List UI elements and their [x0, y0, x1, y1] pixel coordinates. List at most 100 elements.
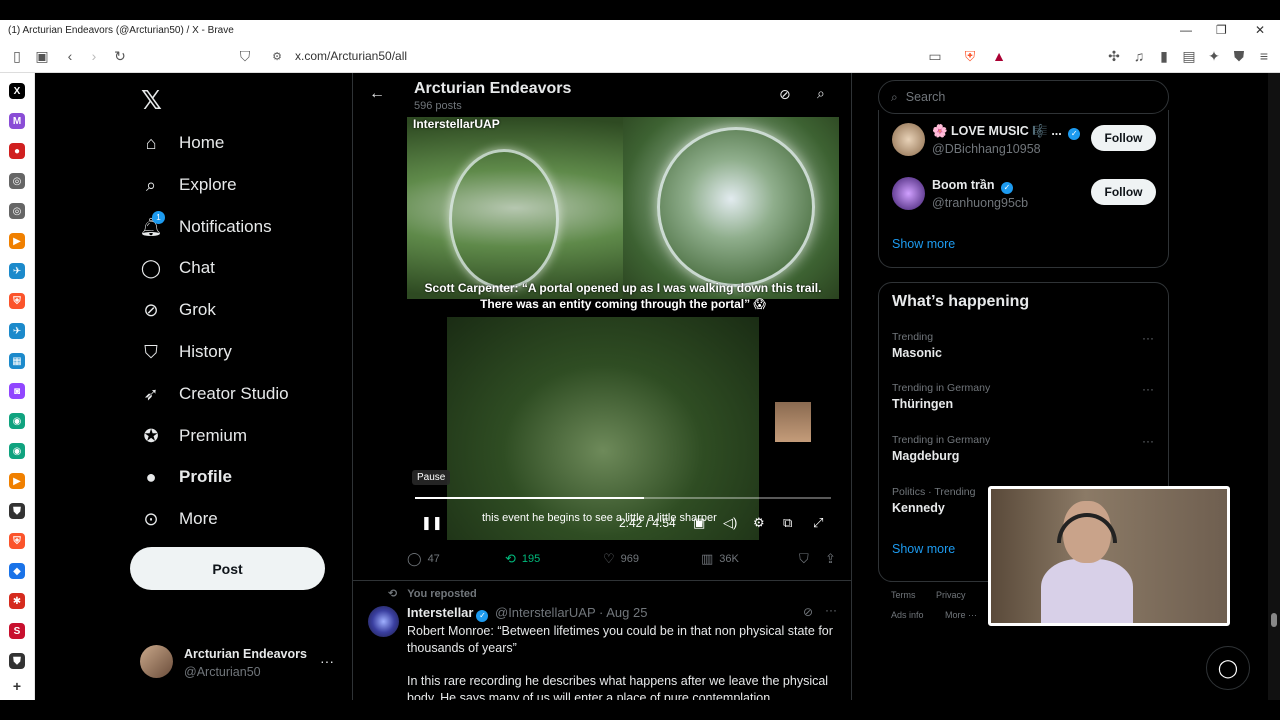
sidebar-toggle-icon[interactable]: ▯ — [8, 47, 26, 65]
nav-history[interactable]: ⛉ History — [140, 337, 232, 367]
x-tab-icon[interactable]: X — [9, 83, 25, 99]
brave-tab-icon[interactable]: ⛨ — [9, 533, 25, 549]
footer-ads-link[interactable]: Ads info — [891, 610, 924, 620]
nav-chat[interactable]: ◯ Chat — [140, 253, 215, 283]
nav-notifications[interactable]: 🔔︎ 1 Notifications — [140, 211, 272, 242]
minimize-icon[interactable]: — — [1180, 20, 1192, 40]
nav-premium[interactable]: ✪ Premium — [140, 421, 247, 451]
sidepanel-icon[interactable]: ▮ — [1155, 47, 1173, 65]
follow-suggestion[interactable]: 🌸 LOVE MUSIC 🎼 ... ✓ @DBichhang10958 Fol… — [892, 120, 1157, 160]
s-tab-icon[interactable]: S — [9, 623, 25, 639]
shield-tab-icon[interactable]: ⛊ — [9, 503, 25, 519]
reload-icon[interactable]: ↻ — [111, 47, 129, 65]
more-dots-icon[interactable]: ··· — [1142, 434, 1154, 448]
post-button[interactable]: Post — [130, 547, 325, 590]
twitch-tab-icon[interactable]: ◙ — [9, 383, 25, 399]
address-bar[interactable]: x.com/Arcturian50/all — [295, 49, 407, 63]
nav-grok[interactable]: ⊘ Grok — [140, 295, 215, 325]
more-dots-icon[interactable]: ··· — [1142, 331, 1154, 345]
captions-icon[interactable]: ▣ — [693, 515, 705, 531]
views-button[interactable]: ▥ 36K — [701, 551, 739, 567]
tweet-handle-date[interactable]: @InterstellarUAP · Aug 25 — [495, 605, 647, 620]
bird-tab-icon[interactable]: ✈ — [9, 263, 25, 279]
scrollbar[interactable] — [1268, 73, 1280, 700]
vpn-icon[interactable]: ⛊ — [1230, 47, 1248, 65]
bot-tab-icon[interactable]: ◉ — [9, 443, 25, 459]
show-more-link[interactable]: Show more — [892, 542, 955, 556]
follow-button[interactable]: Follow — [1091, 179, 1156, 205]
nav-profile[interactable]: ● Profile — [140, 462, 232, 492]
video-progress-bar[interactable] — [415, 497, 831, 499]
tweet-author[interactable]: Interstellar ✓ — [407, 605, 489, 622]
trend-item[interactable]: Trending in Germany Thüringen ··· — [892, 382, 1157, 411]
pip-icon[interactable]: ⧉ — [783, 515, 792, 531]
nav-creator-studio[interactable]: ➶ Creator Studio — [140, 379, 288, 409]
trend-name: Magdeburg — [892, 449, 960, 463]
follow-button[interactable]: Follow — [1091, 125, 1156, 151]
more-dots-icon[interactable]: ··· — [320, 653, 334, 669]
search-input[interactable]: ⌕ Search — [878, 80, 1169, 114]
fullscreen-icon[interactable]: ⤢ — [813, 515, 823, 531]
more-dots-icon[interactable]: ··· — [1142, 382, 1154, 396]
chat-fab-icon[interactable]: ◯ — [1206, 646, 1250, 690]
back-arrow-icon[interactable]: ← — [369, 85, 385, 103]
tabs-icon[interactable]: ▣ — [33, 47, 51, 65]
repost-button[interactable]: ⟲ 195 — [505, 551, 540, 567]
footer-more-link[interactable]: More ··· — [945, 610, 977, 620]
music-icon[interactable]: ♫ — [1130, 47, 1148, 65]
maximize-icon[interactable]: ❐ — [1216, 20, 1227, 40]
like-button[interactable]: ♡ 969 — [603, 551, 639, 567]
forward-icon[interactable]: › — [85, 47, 103, 65]
nav-more[interactable]: ⊙ More — [140, 504, 217, 534]
add-tab-icon[interactable]: + — [9, 678, 25, 694]
diamond-tab-icon[interactable]: ◆ — [9, 563, 25, 579]
brave-rewards-icon[interactable]: ▲ — [990, 47, 1008, 65]
back-icon[interactable]: ‹ — [61, 47, 79, 65]
volume-icon[interactable]: ◁) — [723, 515, 737, 531]
bookmark-page-icon[interactable]: ⛉ — [236, 47, 254, 65]
leo-icon[interactable]: ✦ — [1205, 47, 1223, 65]
bird-tab-icon[interactable]: ✈ — [9, 323, 25, 339]
mail-tab-icon[interactable]: M — [9, 113, 25, 129]
play-tab-icon[interactable]: ▶ — [9, 473, 25, 489]
site-info-icon[interactable]: ⚙ — [268, 47, 286, 65]
grok-icon[interactable]: ⊘ — [779, 86, 791, 103]
footer-terms-link[interactable]: Terms — [891, 590, 916, 600]
follow-suggestion[interactable]: Boom trần ✓ @tranhuong95cb Follow — [892, 174, 1157, 214]
x-logo-icon[interactable]: 𝕏 — [141, 85, 162, 116]
extensions-icon[interactable]: ✣ — [1105, 47, 1123, 65]
grok-icon[interactable]: ⊘ — [803, 605, 813, 619]
more-dots-icon[interactable]: ··· — [825, 603, 837, 617]
globe-tab-icon[interactable]: ◎ — [9, 173, 25, 189]
account-switcher[interactable]: Arcturian Endeavors @Arcturian50 ··· — [140, 645, 340, 685]
bot-tab-icon[interactable]: ◉ — [9, 413, 25, 429]
footer-privacy-link[interactable]: Privacy — [936, 590, 966, 600]
bookmark-button[interactable]: ⛉ — [799, 551, 815, 567]
show-more-link[interactable]: Show more — [892, 237, 955, 251]
video-player[interactable]: InterstellarUAP Scott Carpenter: “A port… — [407, 117, 839, 540]
pause-icon[interactable]: ❚❚ — [421, 515, 443, 531]
brave-tab-icon[interactable]: ⛨ — [9, 293, 25, 309]
reply-button[interactable]: ◯ 47 — [407, 551, 440, 567]
cast-icon[interactable]: ▭ — [926, 47, 944, 65]
shield-tab-icon[interactable]: ⛊ — [9, 653, 25, 669]
nav-explore[interactable]: ⌕ Explore — [140, 170, 237, 200]
brave-shields-icon[interactable]: ⛨ — [961, 47, 979, 65]
avatar[interactable] — [368, 606, 399, 637]
play-tab-icon[interactable]: ▶ — [9, 233, 25, 249]
nav-home[interactable]: ⌂ Home — [140, 128, 225, 158]
wallet-icon[interactable]: ▤ — [1180, 47, 1198, 65]
trend-item[interactable]: Trending Masonic ··· — [892, 331, 1157, 360]
search-icon[interactable]: ⌕ — [817, 85, 825, 102]
maple-tab-icon[interactable]: ✱ — [9, 593, 25, 609]
settings-icon[interactable]: ⚙ — [753, 515, 765, 531]
verified-icon: ✓ — [1068, 128, 1081, 140]
share-button[interactable]: ⇪ — [825, 551, 842, 567]
globe-tab-icon[interactable]: ◎ — [9, 203, 25, 219]
close-icon[interactable]: ✕ — [1255, 20, 1265, 40]
calendar-tab-icon[interactable]: ▦ — [9, 353, 25, 369]
trend-item[interactable]: Trending in Germany Magdeburg ··· — [892, 434, 1157, 463]
news-tab-icon[interactable]: ● — [9, 143, 25, 159]
scrollbar-thumb[interactable] — [1271, 613, 1277, 627]
menu-icon[interactable]: ≡ — [1255, 47, 1273, 65]
